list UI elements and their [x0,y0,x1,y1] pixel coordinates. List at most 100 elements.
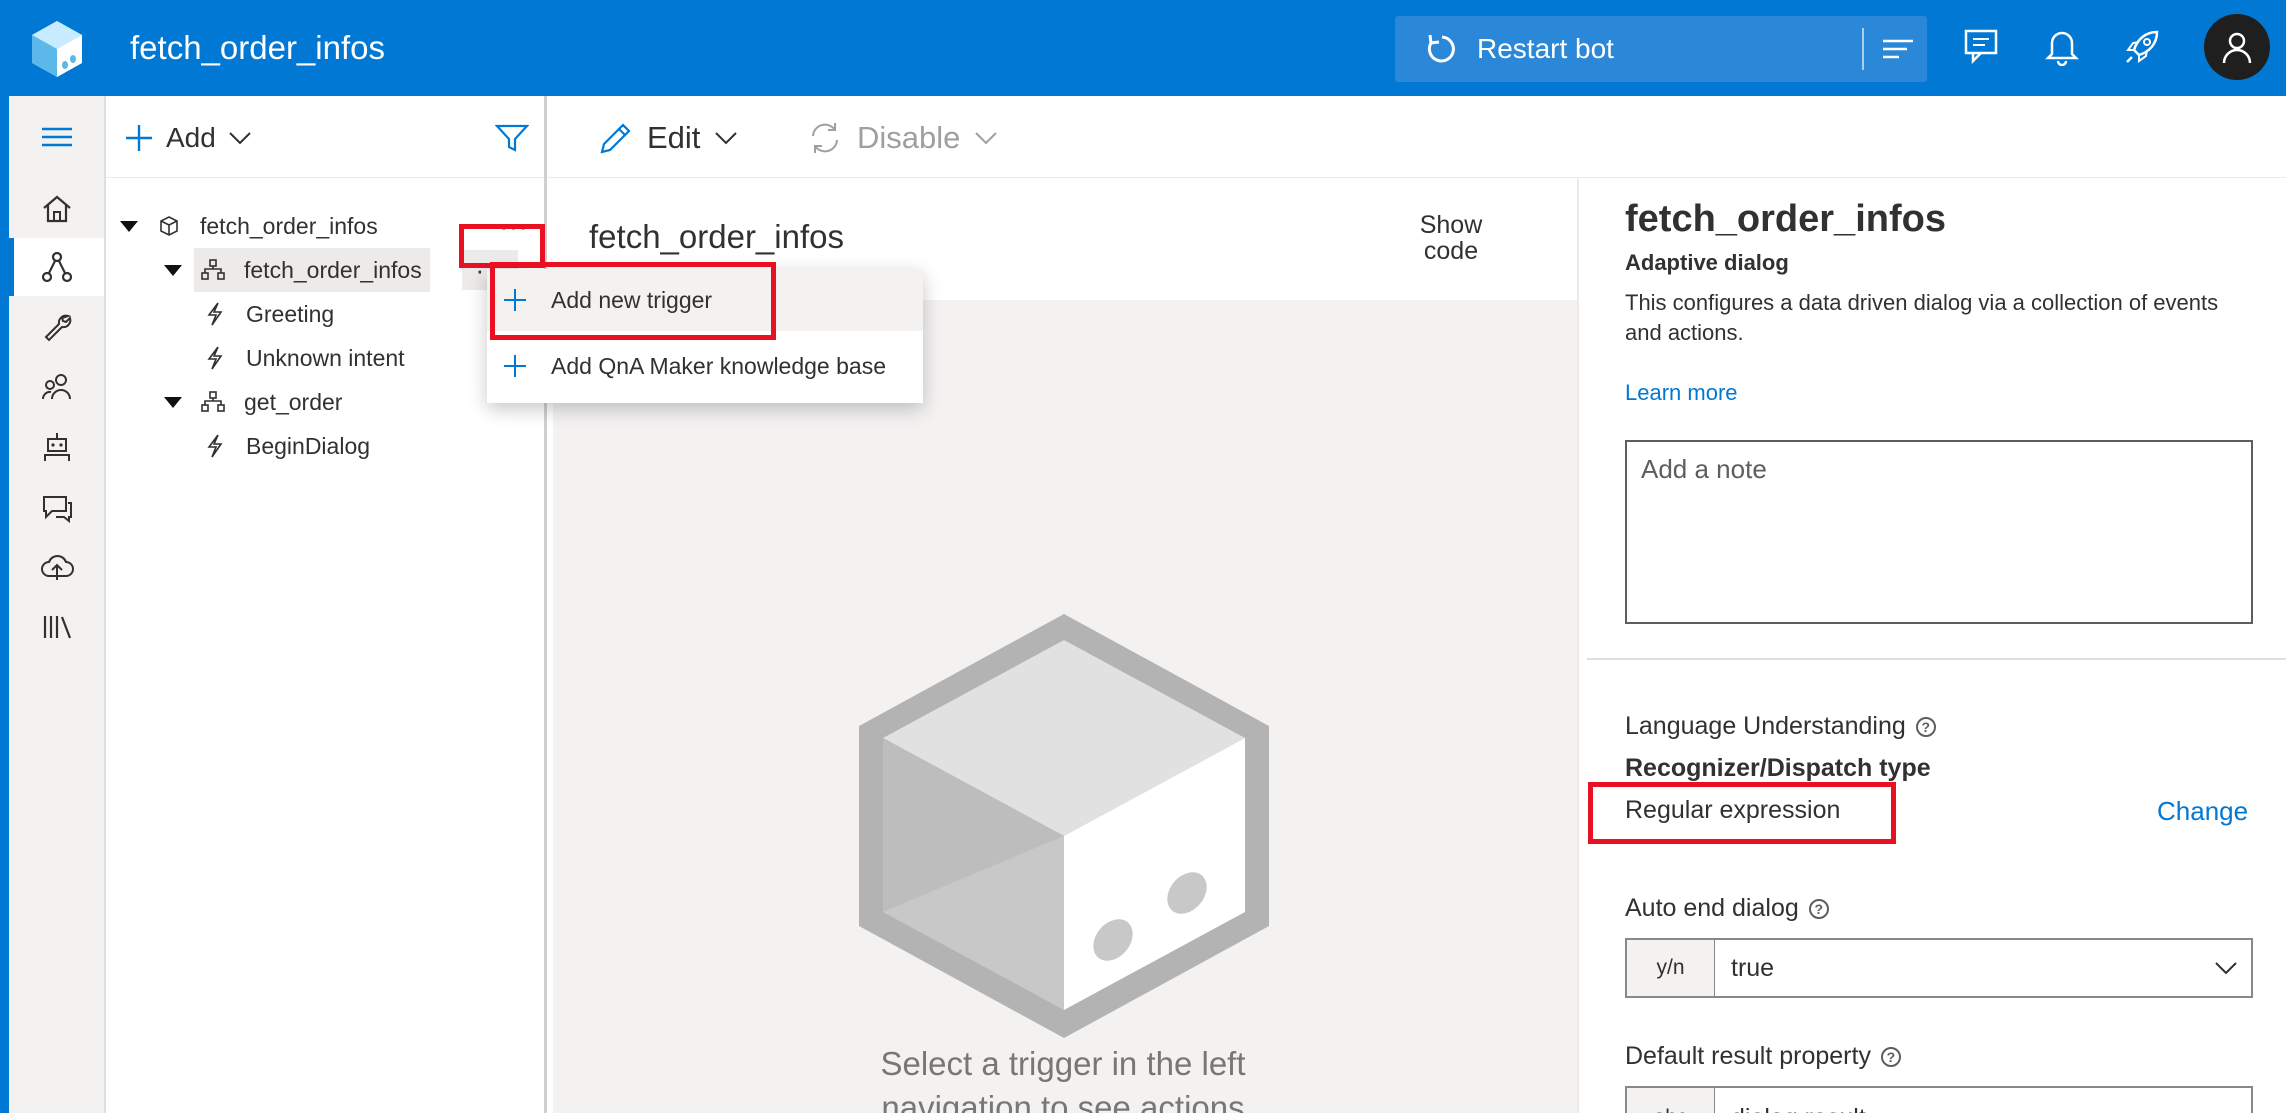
type-prefix: y/n [1627,940,1715,996]
help-icon[interactable]: ? [1808,898,1829,919]
default-result-section-label: Default result property ? [1625,1042,1901,1071]
caret-down-icon [120,220,138,232]
lightning-icon [202,433,228,459]
add-label: Add [166,122,216,153]
properties-title: fetch_order_infos [1625,198,1946,240]
pencil-icon [600,123,631,154]
nav-bot[interactable] [9,418,104,476]
bell-icon[interactable] [2040,24,2084,68]
edit-label: Edit [647,120,701,155]
user-avatar[interactable] [2204,14,2270,80]
nav-home[interactable] [9,180,104,238]
tree-item-label: get_order [244,388,343,415]
default-result-label: Default result property [1625,1042,1871,1070]
divider [1587,658,2286,660]
tree-item-label: Greeting [246,300,335,327]
restart-bot-button[interactable]: Restart bot [1395,16,1855,82]
plus-icon [126,125,152,151]
tree-item-label: fetch_order_infos [200,212,378,239]
context-menu: Add new trigger Add QnA Maker knowledge … [487,269,923,403]
help-icon[interactable]: ? [1915,716,1936,737]
filter-icon[interactable] [490,116,534,160]
tree-item-trigger[interactable]: Greeting [202,292,334,336]
lu-label: Language Understanding [1625,712,1906,740]
lu-section-label: Language Understanding ? [1625,712,1936,741]
nav-library[interactable] [9,598,104,656]
help-icon[interactable]: ? [1880,1046,1901,1067]
chevron-down-icon [229,132,251,145]
plus-icon [503,354,527,378]
lightning-icon [202,345,228,371]
menu-item-label: Add new trigger [551,286,713,313]
chevron-down-icon [975,132,998,145]
user-icon [2222,32,2252,64]
bot-icon [43,433,70,461]
add-button[interactable]: Add [124,116,252,160]
nav-conversation[interactable] [9,478,104,536]
default-result-value: dialog.result [1715,1088,2251,1113]
auto-end-label: Auto end dialog [1625,894,1799,922]
users-icon [41,374,71,400]
nav-publish[interactable] [9,538,104,596]
empty-state-message: Select a trigger in the left navigation … [880,1045,1246,1113]
nav-users[interactable] [9,358,104,416]
restart-control: Restart bot [1395,16,1927,82]
window-edge [0,0,9,1113]
lightning-icon [202,301,228,327]
app-title: fetch_order_infos [130,29,385,66]
restart-bot-label: Restart bot [1477,33,1614,64]
sync-icon [812,123,838,153]
nav-design[interactable] [9,238,104,296]
chat-icon[interactable] [1961,24,2005,68]
tree-item-trigger[interactable]: Unknown intent [202,336,405,380]
restart-icon [1427,34,1455,63]
change-recognizer-link[interactable]: Change [2157,796,2248,827]
divider [1862,28,1864,70]
recognizer-label: Recognizer/Dispatch type [1625,754,1931,782]
auto-end-section-label: Auto end dialog ? [1625,894,1829,923]
composer-logo-icon [26,17,88,79]
tree-item-label: fetch_order_infos [244,256,422,283]
add-new-trigger-item[interactable]: Add new trigger [487,269,923,331]
nav-rail [9,96,106,1113]
chevron-down-icon [715,132,738,145]
default-result-field[interactable]: abc dialog.result [1625,1086,2253,1113]
dialog-icon [200,389,226,415]
edit-button[interactable]: Edit [599,116,738,160]
auto-end-dropdown[interactable]: y/n true [1625,938,2253,998]
hamburger-icon[interactable] [9,108,104,166]
cube-icon [156,213,182,239]
empty-state-cube-icon [855,610,1273,1047]
more-options-button[interactable]: ··· [486,206,542,246]
dialog-tree-panel: Add fetch_order_infos ··· fetch_order_in… [106,96,547,1113]
tree-item-bot[interactable]: fetch_order_infos [120,204,540,248]
design-icon [41,251,72,283]
editor-toolbar: Edit Disable [547,96,2286,178]
tree-item-dialog[interactable]: fetch_order_infos [164,248,430,292]
canvas-title: fetch_order_infos [589,218,844,255]
learn-more-link[interactable]: Learn more [1625,380,1738,406]
tree-item-label: BeginDialog [246,432,371,459]
nav-configure[interactable] [9,298,104,356]
add-qna-kb-item[interactable]: Add QnA Maker knowledge base [487,335,923,397]
tree-item-label: Unknown intent [246,344,405,371]
tree-item-dialog[interactable]: get_order [164,380,342,424]
lines-menu-icon[interactable] [1869,16,1927,82]
properties-description: This configures a data driven dialog via… [1625,290,2219,345]
chevron-down-icon [2201,940,2251,996]
plus-icon [503,288,527,312]
recognizer-value: Regular expression [1625,796,1841,824]
tree-item-trigger[interactable]: BeginDialog [202,424,370,468]
show-code-button[interactable]: Show code [1401,212,1501,264]
menu-item-label: Add QnA Maker knowledge base [551,352,886,379]
caret-down-icon [164,396,182,408]
rocket-icon[interactable] [2121,24,2165,68]
chat-bubbles-icon [42,496,72,523]
caret-down-icon [164,264,182,276]
disable-button[interactable]: Disable [807,116,998,160]
library-icon [43,616,71,639]
properties-panel: fetch_order_infos Adaptive dialog This c… [1577,178,2286,1113]
note-field[interactable] [1625,440,2253,624]
dialog-icon [200,257,226,283]
disable-label: Disable [857,120,961,155]
